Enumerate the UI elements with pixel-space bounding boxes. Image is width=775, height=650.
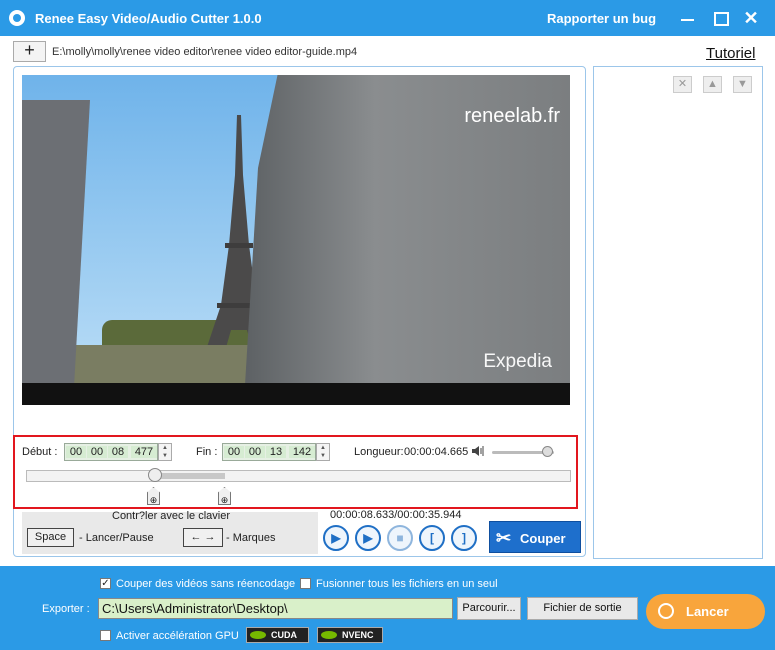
output-path-field[interactable]: C:\Users\Administrator\Desktop\: [98, 598, 453, 619]
play-button[interactable]: ▶: [323, 525, 349, 551]
file-path: E:\molly\molly\renee video editor\renee …: [52, 46, 358, 58]
stop-button[interactable]: ■: [387, 525, 413, 551]
nvidia-icon: [250, 631, 266, 639]
cut-button-label: Couper: [520, 531, 566, 546]
merge-files-label: Fusionner tous les fichiers en un seul: [316, 578, 498, 590]
timeline-playhead[interactable]: [148, 468, 162, 482]
space-key: Space: [27, 528, 74, 547]
play-selection-button[interactable]: ▶: [355, 525, 381, 551]
arrow-keys: ← →: [183, 528, 223, 547]
window-title: Renee Easy Video/Audio Cutter 1.0.0: [35, 11, 262, 26]
merge-files-checkbox[interactable]: [300, 578, 311, 589]
start-time-spinner[interactable]: ▲ ▼: [158, 443, 172, 461]
end-time-spinner[interactable]: ▲ ▼: [316, 443, 330, 461]
browse-button[interactable]: Parcourir...: [457, 597, 521, 620]
set-end-marker-button[interactable]: ]: [451, 525, 477, 551]
close-button[interactable]: ✕: [741, 8, 761, 28]
remove-item-button[interactable]: ✕: [673, 76, 692, 93]
report-bug-link[interactable]: Rapporter un bug: [547, 11, 656, 26]
app-logo-icon: [9, 10, 25, 26]
gpu-acceleration-label: Activer accélération GPU: [116, 630, 239, 642]
export-label: Exporter :: [42, 603, 90, 615]
set-start-marker-button[interactable]: [: [419, 525, 445, 551]
keyboard-hint-title: Contr?ler avec le clavier: [112, 510, 230, 522]
output-file-button[interactable]: Fichier de sortie: [527, 597, 638, 620]
timeline-selection: [155, 473, 225, 479]
length-label: Longueur:: [354, 446, 404, 458]
gpu-acceleration-checkbox[interactable]: [100, 630, 111, 641]
file-list-panel[interactable]: ✕ ▲ ▼: [593, 66, 763, 559]
no-reencode-checkbox[interactable]: ✓: [100, 578, 111, 589]
start-label: Début :: [22, 446, 58, 458]
add-file-button[interactable]: +: [13, 41, 46, 62]
end-time-field[interactable]: 00 00 13 142: [222, 443, 316, 461]
launch-button[interactable]: Lancer: [646, 594, 765, 629]
nvidia-icon: [321, 631, 337, 639]
end-label: Fin :: [196, 446, 218, 458]
move-down-button[interactable]: ▼: [733, 76, 752, 93]
arrow-keys-label: - Marques: [226, 532, 276, 544]
no-reencode-label: Couper des vidéos sans réencodage: [116, 578, 296, 590]
launch-icon: [658, 603, 674, 619]
maximize-button[interactable]: [711, 8, 731, 28]
start-time-field[interactable]: 00 : 00 08 477: [64, 443, 158, 461]
brand-watermark: Expedia: [483, 351, 552, 372]
tutorial-link[interactable]: Tutoriel: [706, 45, 755, 62]
minimize-button[interactable]: [678, 8, 698, 28]
timeline-track[interactable]: [26, 470, 571, 482]
watermark-text: reneelab.fr: [464, 105, 560, 127]
move-up-button[interactable]: ▲: [703, 76, 722, 93]
volume-slider-handle[interactable]: [541, 446, 553, 457]
cuda-badge: CUDA: [246, 627, 309, 643]
cut-button[interactable]: ✂ Couper: [489, 521, 581, 553]
nvenc-badge: NVENC: [317, 627, 383, 643]
volume-icon[interactable]: [472, 445, 484, 457]
length-value: 00:00:04.665: [404, 446, 469, 458]
title-bar: Renee Easy Video/Audio Cutter 1.0.0 Rapp…: [0, 0, 775, 36]
playback-time: 00:00:08.633/00:00:35.944: [330, 509, 462, 521]
space-key-label: - Lancer/Pause: [79, 532, 154, 544]
video-preview[interactable]: reneelab.fr Expedia: [22, 75, 570, 405]
launch-button-label: Lancer: [686, 604, 729, 619]
scissors-icon: ✂: [496, 528, 512, 548]
